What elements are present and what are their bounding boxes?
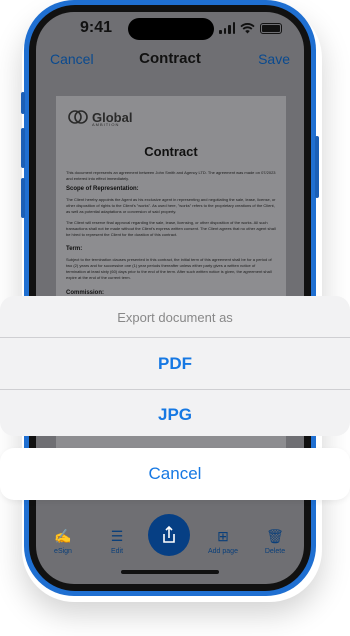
edit-label: Edit xyxy=(110,548,124,555)
section-heading-term: Term: xyxy=(66,246,83,252)
edit-tab[interactable]: ☰ Edit xyxy=(92,528,142,555)
add-page-tab[interactable]: ⊞ Add page xyxy=(198,528,248,555)
section-text-term: Subject to the termination clauses prese… xyxy=(66,257,272,280)
wifi-icon xyxy=(240,22,255,33)
add-page-icon: ⊞ xyxy=(217,528,229,544)
dynamic-island xyxy=(128,18,214,40)
share-button[interactable] xyxy=(148,514,190,556)
volume-down-button xyxy=(21,178,25,218)
document-title: Contract xyxy=(144,144,198,159)
status-icons xyxy=(219,22,282,34)
home-indicator xyxy=(121,570,219,574)
export-action-sheet: Export document as PDF JPG xyxy=(0,296,350,436)
signature-icon: ✍ xyxy=(54,528,72,544)
sheet-title: Export document as xyxy=(117,310,233,325)
mute-switch xyxy=(21,92,25,114)
delete-label: Delete xyxy=(264,548,286,555)
nav-bar: Cancel Contract Save xyxy=(36,46,304,74)
logo-mark-icon xyxy=(68,110,88,124)
volume-up-button xyxy=(21,128,25,168)
add-page-label: Add page xyxy=(208,548,238,555)
sliders-icon: ☰ xyxy=(110,528,124,544)
export-pdf-button[interactable]: PDF xyxy=(0,341,350,387)
sheet-divider xyxy=(0,389,350,390)
battery-icon xyxy=(260,22,282,34)
status-bar: 9:41 xyxy=(36,12,304,44)
section-heading-scope: Scope of Representation: xyxy=(66,186,139,192)
esign-label: eSign xyxy=(54,548,72,555)
sheet-cancel-button[interactable]: Cancel xyxy=(0,448,350,500)
signal-icon xyxy=(219,22,235,34)
section-text-scope-2: The Client will reserve final approval r… xyxy=(66,220,276,237)
nav-save-button[interactable]: Save xyxy=(258,51,290,67)
export-jpg-button[interactable]: JPG xyxy=(0,392,350,438)
logo-subtext: AMBITION xyxy=(92,122,120,127)
share-icon xyxy=(163,525,175,543)
delete-tab[interactable]: 🗑 Delete xyxy=(250,528,300,555)
section-text-scope: The Client hereby appoints the Agent as … xyxy=(66,197,276,214)
status-time: 9:41 xyxy=(80,19,113,36)
trash-icon: 🗑 xyxy=(266,528,284,544)
esign-tab[interactable]: ✍ eSign xyxy=(38,528,88,555)
document-intro: This document represents an agreement be… xyxy=(66,170,276,181)
power-button xyxy=(315,136,319,198)
sheet-divider xyxy=(0,337,350,338)
